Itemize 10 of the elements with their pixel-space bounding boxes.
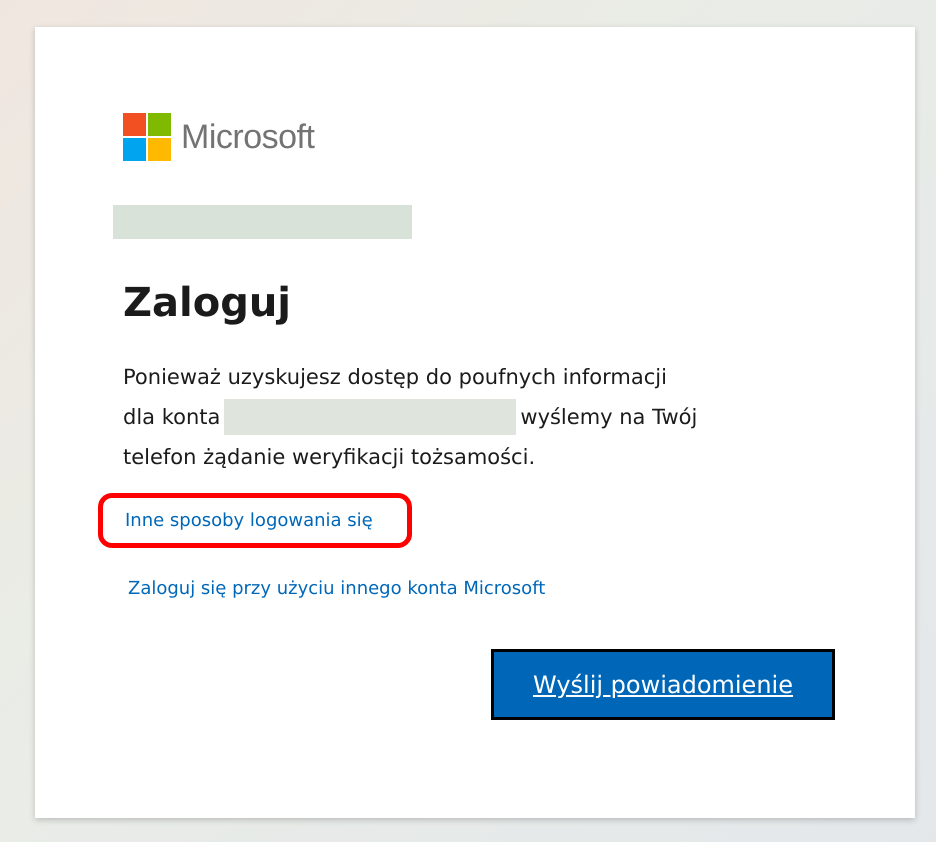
- logo-text: Microsoft: [181, 118, 314, 156]
- send-notification-button[interactable]: Wyślij powiadomienie: [491, 649, 835, 720]
- sign-in-link[interactable]: Zaloguj się przy użyciu innego konta Microsoft: [128, 578, 546, 599]
- sign-in-link[interactable]: Inne sposoby logowania się: [98, 493, 412, 548]
- message-text: wyślemy na Twój: [520, 405, 698, 429]
- message-text: dla konta: [123, 405, 220, 429]
- message-text: Ponieważ uzyskujesz dostęp do poufnych informacji: [123, 365, 667, 389]
- logo-icon: [123, 113, 171, 161]
- page-title: Zaloguj: [123, 279, 292, 327]
- message-text: telefon żądanie weryfikacji tożsamości.: [123, 445, 536, 469]
